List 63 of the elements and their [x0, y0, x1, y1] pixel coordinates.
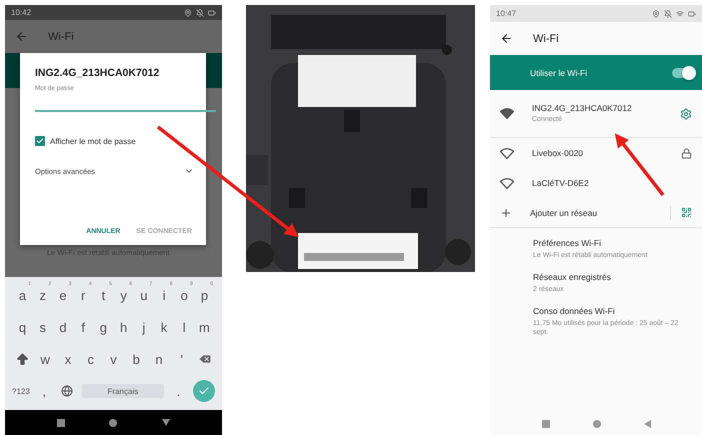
battery-icon — [688, 10, 696, 18]
location-icon — [184, 8, 192, 16]
keyboard-key[interactable]: w — [36, 347, 54, 372]
mute-icon — [196, 8, 204, 16]
add-network-label: Ajouter un réseau — [530, 208, 598, 218]
arrow — [614, 133, 664, 196]
network-row[interactable]: LaCléTV-D6E2 — [490, 168, 702, 198]
checkbox-label: Afficher le mot de passe — [50, 136, 136, 146]
wifi-toggle[interactable] — [672, 68, 694, 78]
keyboard-key[interactable]: c — [82, 347, 100, 372]
keyboard-key[interactable]: d — [54, 316, 72, 340]
keyboard-key[interactable]: ' — [173, 347, 190, 372]
settings-icon[interactable] — [680, 108, 692, 120]
toggle-label: Utiliser le Wi-Fi — [530, 68, 588, 78]
keyboard-key[interactable]: l — [176, 316, 193, 340]
shift-icon — [15, 352, 30, 367]
space-bar[interactable]: Français — [82, 384, 164, 398]
recents-icon[interactable] — [57, 418, 66, 426]
network-row[interactable]: Livebox-0020 — [490, 138, 702, 168]
setting-title: Réseaux enregistrés — [533, 272, 612, 282]
keyboard-key[interactable]: , — [36, 379, 53, 404]
keyboard-key[interactable]: q — [14, 316, 31, 340]
network-name: Livebox-0020 — [532, 148, 584, 158]
wifi-signal-icon — [500, 108, 514, 119]
wifi-icon — [676, 10, 684, 18]
hide-keyboard-icon[interactable] — [162, 419, 170, 426]
home-icon[interactable] — [109, 418, 118, 426]
setting-title: Conso données Wi-Fi — [533, 306, 616, 316]
lock-icon — [681, 148, 692, 158]
mute-icon — [664, 10, 672, 18]
checkbox[interactable] — [35, 136, 45, 146]
home-icon[interactable] — [592, 420, 600, 428]
keyboard-key[interactable]: h — [115, 316, 132, 340]
screen-title: Wi-Fi — [48, 30, 74, 42]
keyboard-key[interactable]: f — [74, 316, 92, 340]
qr-code-icon[interactable] — [681, 207, 692, 218]
add-icon — [500, 206, 512, 218]
back-icon[interactable] — [500, 32, 513, 45]
symbols-key[interactable]: ?123 — [12, 379, 30, 404]
dialog-title: ING2.4G_213HCA0K7012 — [35, 67, 160, 79]
globe-icon — [61, 385, 74, 398]
location-icon — [652, 10, 660, 18]
wifi-outline-icon — [500, 148, 514, 158]
keyboard-key[interactable]: j — [135, 316, 152, 340]
keyboard-key[interactable]: . — [170, 379, 187, 404]
status-time: 10:42 — [11, 8, 32, 17]
network-name: LaCléTV-D6E2 — [532, 178, 590, 188]
battery-icon — [208, 8, 216, 16]
add-network-row[interactable]: Ajouter un réseau — [490, 198, 702, 228]
recents-icon[interactable] — [542, 420, 550, 428]
keyboard-key[interactable]: s — [34, 316, 52, 340]
network-name: ING2.4G_213HCA0K7012 — [532, 102, 633, 113]
wifi-outline-icon — [500, 178, 514, 188]
status-time: 10:47 — [496, 9, 516, 18]
keyboard-key[interactable]: v — [105, 347, 122, 372]
keyboard-key[interactable]: x — [60, 347, 76, 372]
keyboard-key[interactable]: b — [128, 347, 145, 372]
keyboard-key[interactable]: n — [150, 347, 168, 372]
setting-title: Préférences Wi-Fi — [533, 238, 602, 248]
keyboard-key[interactable]: k — [156, 316, 173, 340]
keyboard-key[interactable]: m — [196, 316, 213, 340]
keyboard-key[interactable]: g — [94, 316, 112, 340]
screen-title: Wi-Fi — [533, 32, 559, 44]
